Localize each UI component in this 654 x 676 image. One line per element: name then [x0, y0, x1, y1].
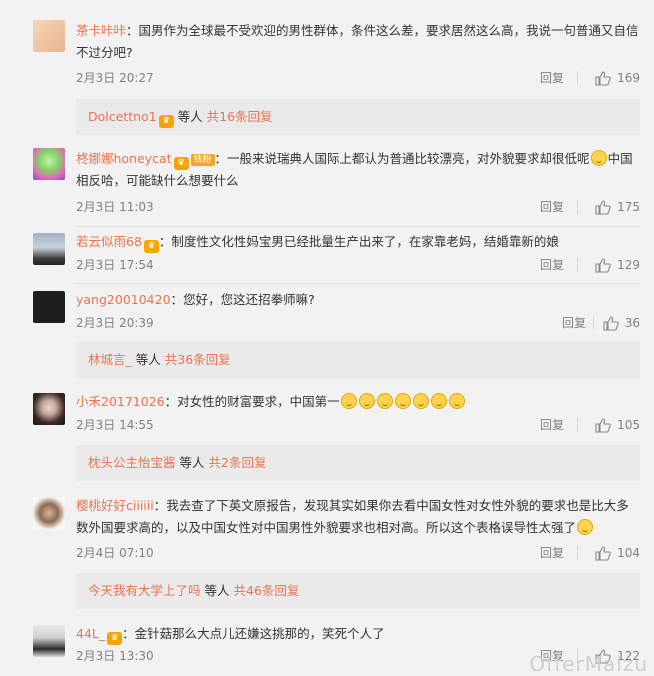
sub-reply-user[interactable]: 今天我有大学上了吗: [88, 583, 201, 598]
reply-button[interactable]: 回复: [540, 544, 564, 562]
sub-reply-user[interactable]: Dolcettno1: [88, 109, 157, 124]
comment-text: yang20010420：您好，您这还招拳师嘛?: [76, 292, 315, 307]
comment-body: 国男作为全球最不受欢迎的男性群体，条件这么差，要求居然这么高，我说一句普通又自信…: [76, 23, 639, 60]
comment-date: 2月3日 20:39: [76, 316, 154, 330]
crown-badge-icon: ♛: [143, 240, 159, 253]
reply-button[interactable]: 回复: [540, 256, 564, 274]
more-replies-link[interactable]: 共16条回复: [207, 109, 273, 124]
reply-button[interactable]: 回复: [540, 69, 564, 87]
divider: [577, 418, 578, 432]
sub-reply-summary[interactable]: 枕头公主怡宝酱 等人 共2条回复: [76, 445, 640, 481]
divider: [577, 71, 578, 85]
more-replies-link[interactable]: 共2条回复: [209, 455, 267, 470]
like-count: 105: [617, 418, 640, 432]
comment-meta: 2月3日 14:55 回复 105: [76, 416, 640, 434]
comment-body: 对女性的财富要求，中国第一: [177, 394, 340, 409]
divider: [577, 546, 578, 560]
comment-text: 44L_ ♛ ：金针菇那么大点儿还嫌这挑那的，笑死个人了: [76, 626, 385, 645]
crown-badge-icon: ♛: [107, 632, 123, 645]
reply-button[interactable]: 回复: [540, 416, 564, 434]
emoji-icon: [412, 393, 429, 409]
comment-text: 樱桃好好ciiiiii：我去查了下英文原报告，发现其实如果你去看中国女性对女性外…: [76, 498, 629, 535]
comment-body: 制度性文化性妈宝男已经批量生产出来了，在家靠老妈，结婚靠新的娘: [171, 234, 559, 249]
avatar[interactable]: [33, 233, 65, 265]
comment-date: 2月4日 07:10: [76, 546, 154, 560]
user-name[interactable]: 柊娜娜honeycat: [76, 151, 172, 166]
like-button[interactable]: 104: [595, 544, 640, 562]
comment-date: 2月3日 13:30: [76, 649, 154, 663]
comment-body: 一般来说瑞典人国际上都认为普通比较漂亮，对外貌要求却很低呢: [227, 151, 590, 166]
emoji-icon: [358, 393, 375, 409]
emoji-icon: [430, 393, 447, 409]
thumbs-up-icon: [595, 199, 611, 215]
like-count: 104: [617, 546, 640, 560]
comment-meta: 2月4日 07:10 回复 104: [76, 544, 640, 562]
user-name[interactable]: 茶卡咔咔: [76, 23, 126, 38]
avatar[interactable]: [33, 497, 65, 529]
emoji-icon: [376, 393, 393, 409]
like-button[interactable]: 175: [595, 198, 640, 216]
sub-reply-user[interactable]: 林城言_: [88, 352, 132, 367]
avatar[interactable]: [33, 393, 65, 425]
comment-meta: 2月3日 20:39 回复 36: [76, 314, 640, 332]
user-name[interactable]: yang20010420: [76, 292, 171, 307]
comment-date: 2月3日 11:03: [76, 200, 154, 214]
emoji-icon: [394, 393, 411, 409]
crying-laugh-emoji-icon: [577, 519, 594, 535]
like-count: 36: [624, 316, 640, 330]
more-replies-link[interactable]: 共46条回复: [234, 583, 300, 598]
user-name[interactable]: 樱桃好好ciiiiii: [76, 498, 154, 513]
comment-body: 金针菇那么大点儿还嫌这挑那的，笑死个人了: [134, 626, 385, 641]
crown-badge-icon: ♛: [173, 157, 189, 170]
sub-reply-user[interactable]: 枕头公主怡宝酱: [88, 455, 176, 470]
emoji-icon: [340, 393, 357, 409]
comment-text: 茶卡咔咔：国男作为全球最不受欢迎的男性群体，条件这么差，要求居然这么高，我说一句…: [76, 23, 639, 60]
comment-text: 小禾20171026：对女性的财富要求，中国第一: [76, 391, 640, 413]
user-name[interactable]: 若云似雨68: [76, 234, 142, 249]
comment-meta: 2月3日 20:27 回复 169: [76, 69, 640, 87]
like-button[interactable]: 36: [603, 314, 640, 332]
user-name[interactable]: 小禾20171026: [76, 394, 165, 409]
comment-date: 2月3日 20:27: [76, 71, 154, 85]
emoji-icon: [448, 393, 465, 409]
like-count: 169: [617, 71, 640, 85]
avatar[interactable]: [33, 20, 65, 52]
divider-line: [76, 226, 640, 227]
comment-date: 2月3日 17:54: [76, 258, 154, 272]
comment-body: 您好，您这还招拳师嘛?: [183, 292, 315, 307]
thumbs-up-icon: [595, 545, 611, 561]
fan-badge: 铁粉: [190, 154, 215, 166]
like-button[interactable]: 169: [595, 69, 640, 87]
comment-date: 2月3日 14:55: [76, 418, 154, 432]
divider: [577, 200, 578, 214]
reply-button[interactable]: 回复: [540, 198, 564, 216]
sub-reply-summary[interactable]: 今天我有大学上了吗 等人 共46条回复: [76, 573, 640, 609]
comment-text: 柊娜娜honeycat ♛ 铁粉 ：一般来说瑞典人国际上都认为普通比较漂亮，对外貌要求…: [76, 150, 633, 188]
divider-line: [76, 283, 640, 284]
sub-reply-summary[interactable]: 林城言_ 等人 共36条回复: [76, 342, 640, 378]
thumbs-up-icon: [595, 257, 611, 273]
reply-button[interactable]: 回复: [562, 314, 586, 332]
thumbs-up-icon: [603, 315, 619, 331]
like-count: 129: [617, 258, 640, 272]
comment-text: 若云似雨68 ♛ ：制度性文化性妈宝男已经批量生产出来了，在家靠老妈，结婚靠新的娘: [76, 234, 559, 253]
like-button[interactable]: 105: [595, 416, 640, 434]
avatar[interactable]: [33, 625, 65, 657]
crown-badge-icon: ♛: [158, 115, 174, 128]
divider: [577, 258, 578, 272]
more-replies-link[interactable]: 共36条回复: [165, 352, 231, 367]
like-count: 175: [617, 200, 640, 214]
divider: [593, 316, 594, 330]
watermark: OfferMaizu: [529, 652, 648, 676]
comment-meta: 2月3日 11:03 回复 175: [76, 198, 640, 216]
like-button[interactable]: 129: [595, 256, 640, 274]
avatar[interactable]: [33, 291, 65, 323]
comment-meta: 2月3日 17:54 回复 129: [76, 256, 640, 274]
sub-reply-summary[interactable]: Dolcettno1 ♛ 等人 共16条回复: [76, 99, 640, 135]
thumbs-up-icon: [595, 417, 611, 433]
thumbs-up-icon: [595, 70, 611, 86]
avatar[interactable]: [33, 148, 65, 180]
user-name[interactable]: 44L_: [76, 626, 105, 641]
emoji-icon: [590, 150, 607, 166]
